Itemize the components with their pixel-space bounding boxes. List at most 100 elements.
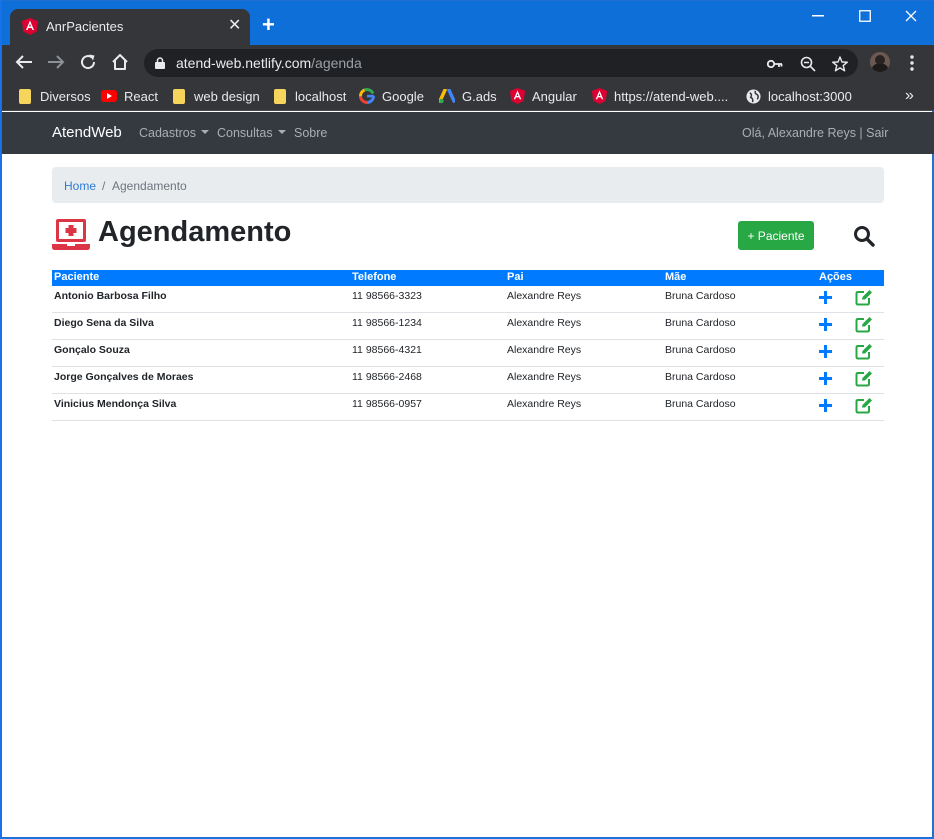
column-header-mae: Mãe [665, 271, 687, 283]
search-icon[interactable] [853, 225, 875, 247]
breadcrumb-current: Agendamento [112, 179, 187, 193]
edit-icon[interactable] [855, 370, 873, 387]
plus-icon[interactable] [818, 371, 833, 386]
google-ads-icon [439, 88, 455, 104]
cell-mae: Bruna Cardoso [665, 317, 736, 329]
angular-icon [591, 88, 607, 104]
table-row: Jorge Gonçalves de Moraes 11 98566-2468 … [52, 367, 884, 394]
cell-paciente: Jorge Gonçalves de Moraes [54, 371, 194, 383]
table-body: Antonio Barbosa Filho 11 98566-3323 Alex… [52, 286, 884, 421]
angular-icon [22, 18, 38, 35]
breadcrumb-home[interactable]: Home [64, 179, 96, 193]
key-icon[interactable] [766, 55, 784, 73]
zoom-out-icon[interactable] [799, 55, 817, 73]
add-paciente-button[interactable]: + Paciente [738, 221, 814, 250]
bookmark-label: G.ads [462, 88, 497, 104]
bookmark-label: React [124, 88, 158, 104]
url-text: atend-web.netlify.com/agenda [176, 55, 362, 71]
bookmark-label: Diversos [40, 88, 91, 104]
cell-paciente: Vinicius Mendonça Silva [54, 398, 177, 410]
cell-pai: Alexandre Reys [507, 290, 582, 302]
bookmark-label: Google [382, 88, 424, 104]
bookmark-g-ads[interactable]: G.ads [439, 86, 497, 106]
nav-cadastros-label: Cadastros [139, 126, 196, 140]
folder-icon [272, 88, 288, 104]
cell-telefone: 11 98566-3323 [352, 290, 422, 302]
column-header-acoes: Ações [819, 271, 853, 283]
back-arrow-icon[interactable] [13, 51, 35, 73]
bookmark-label: Angular [532, 88, 577, 104]
url-path: /agenda [311, 55, 362, 71]
table-row: Gonçalo Souza 11 98566-4321 Alexandre Re… [52, 340, 884, 367]
forward-arrow-icon[interactable] [45, 51, 67, 73]
nav-sobre[interactable]: Sobre [294, 126, 327, 140]
table-header: Paciente Telefone Pai Mãe Ações [52, 270, 884, 286]
edit-icon[interactable] [855, 316, 873, 333]
bookmark-web-design[interactable]: web design [171, 86, 260, 106]
edit-icon[interactable] [855, 397, 873, 414]
browser-window: AnrPacientes ✕ + atend-web.netlify.com/a… [1, 0, 934, 838]
cell-pai: Alexandre Reys [507, 344, 582, 356]
address-bar[interactable]: atend-web.netlify.com/agenda [144, 49, 858, 77]
cell-paciente: Antonio Barbosa Filho [54, 290, 167, 302]
cell-mae: Bruna Cardoso [665, 344, 736, 356]
column-header-pai: Pai [507, 271, 524, 283]
bookmark-google[interactable]: Google [359, 86, 424, 106]
maximize-icon[interactable] [859, 10, 871, 22]
folder-icon [171, 88, 187, 104]
breadcrumb-separator: / [102, 179, 106, 193]
kebab-menu-icon[interactable] [910, 55, 914, 71]
cell-paciente: Gonçalo Souza [54, 344, 130, 356]
bookmarks-bar: Diversos React web design localhost Goog… [2, 81, 934, 111]
bookmark-react[interactable]: React [101, 86, 158, 106]
home-icon[interactable] [109, 51, 131, 73]
title-bar: AnrPacientes ✕ + [2, 1, 934, 45]
youtube-icon [101, 88, 117, 104]
bookmark-atend-web[interactable]: https://atend-web.... [591, 86, 728, 106]
nav-cadastros[interactable]: Cadastros [139, 126, 209, 140]
plus-icon[interactable] [818, 317, 833, 332]
plus-icon[interactable] [818, 290, 833, 305]
cell-pai: Alexandre Reys [507, 398, 582, 410]
google-icon [359, 88, 375, 104]
profile-avatar[interactable] [870, 52, 890, 72]
bookmark-label: localhost:3000 [768, 88, 852, 104]
new-tab-icon[interactable]: + [262, 14, 275, 36]
angular-icon [509, 88, 525, 104]
globe-icon [745, 88, 761, 104]
bookmark-diversos[interactable]: Diversos [17, 86, 91, 106]
bookmark-label: https://atend-web.... [614, 88, 729, 104]
table-row: Vinicius Mendonça Silva 11 98566-0957 Al… [52, 394, 884, 421]
page-title: Agendamento [98, 216, 292, 248]
bookmark-label: web design [194, 88, 260, 104]
lock-icon [155, 57, 165, 69]
agendamento-table: Paciente Telefone Pai Mãe Ações Antonio … [52, 270, 884, 421]
browser-tab[interactable]: AnrPacientes ✕ [10, 9, 250, 45]
reload-icon[interactable] [77, 51, 99, 73]
star-icon[interactable] [831, 55, 849, 73]
window-close-icon[interactable] [905, 10, 917, 22]
app-navbar: AtendWeb Cadastros Consultas Sobre Olá, … [2, 112, 934, 154]
bookmark-angular[interactable]: Angular [509, 86, 577, 106]
medical-laptop-icon [52, 219, 90, 250]
folder-icon [17, 88, 33, 104]
tab-close-icon[interactable]: ✕ [228, 17, 241, 35]
user-greeting[interactable]: Olá, Alexandre Reys | Sair [742, 126, 888, 140]
column-header-telefone: Telefone [352, 271, 397, 283]
plus-icon[interactable] [818, 344, 833, 359]
bookmark-localhost-3000[interactable]: localhost:3000 [745, 86, 852, 106]
bookmark-localhost[interactable]: localhost [272, 86, 346, 106]
more-bookmarks-icon[interactable]: » [905, 86, 914, 106]
chevron-down-icon [200, 130, 209, 134]
cell-telefone: 11 98566-0957 [352, 398, 422, 410]
navbar-brand[interactable]: AtendWeb [52, 124, 122, 141]
cell-mae: Bruna Cardoso [665, 398, 736, 410]
edit-icon[interactable] [855, 289, 873, 306]
cell-telefone: 11 98566-2468 [352, 371, 422, 383]
minimize-icon[interactable] [812, 15, 824, 17]
edit-icon[interactable] [855, 343, 873, 360]
nav-consultas[interactable]: Consultas [217, 126, 286, 140]
chevron-down-icon [277, 130, 286, 134]
cell-paciente: Diego Sena da Silva [54, 317, 154, 329]
plus-icon[interactable] [818, 398, 833, 413]
